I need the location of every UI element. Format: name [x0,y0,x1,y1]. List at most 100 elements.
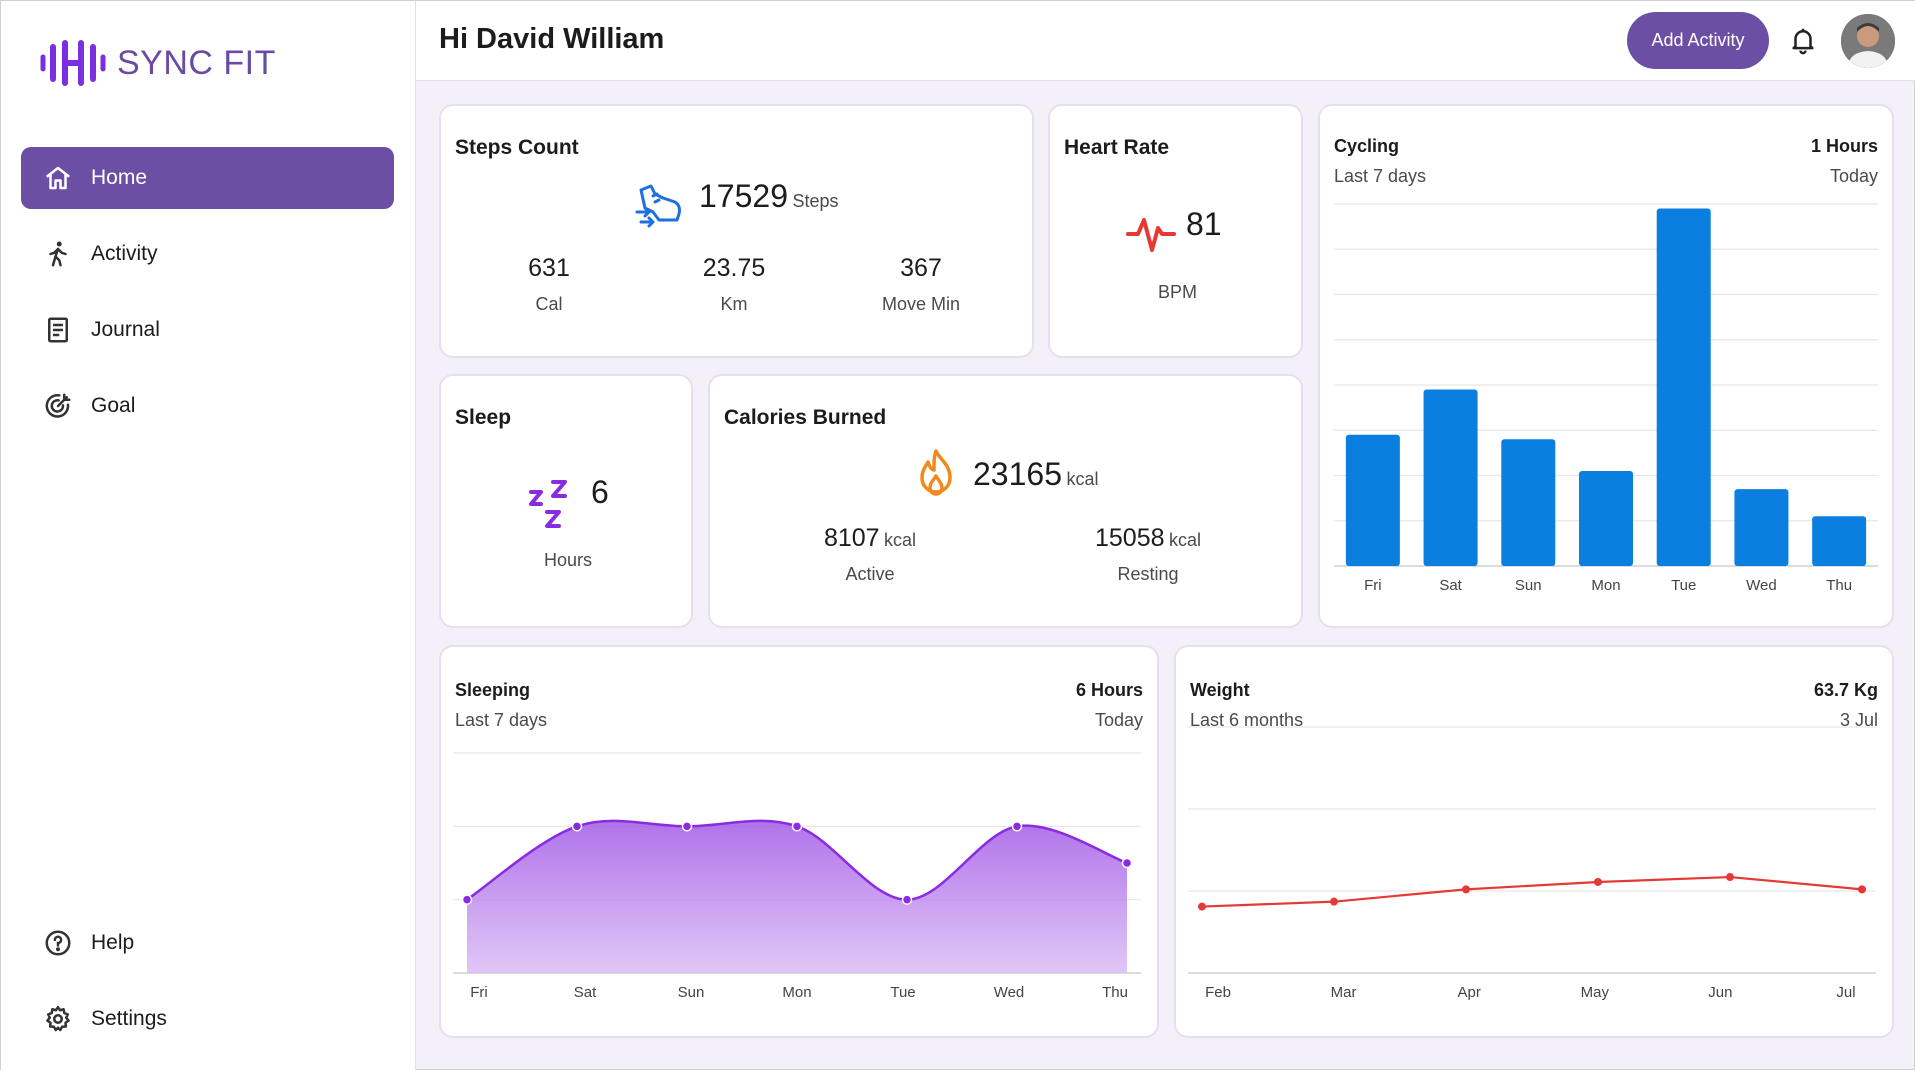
calories-value: 23165 [973,456,1062,492]
brand-name: SYNC FIT [117,43,276,82]
sidebar: SYNC FIT Home Activity Journal Goal Help… [1,1,416,1070]
weight-point-feb [1198,902,1206,911]
home-icon [45,166,71,190]
sleep-point-sat [571,821,583,832]
x-tick-label: Sun [1515,577,1542,594]
weight-line-chart: Feb Mar Apr May Jun Jul [1188,726,1876,1001]
weight-point-apr [1462,885,1470,894]
bar-thu [1812,516,1867,566]
card-title: Calories Burned [724,406,887,429]
weight-card: Weight Last 6 months 63.7 Kg 3 Jul Feb Ma… [1174,645,1894,1038]
calories-total: 23165 kcal [973,456,1098,493]
sleep-point-thu [1121,857,1133,869]
sleep-point-fri [461,894,473,905]
sidebar-item-home[interactable]: Home [21,147,394,209]
x-tick-label: Feb [1205,984,1231,1001]
x-tick-label: Fri [470,984,488,1001]
sidebar-item-label: Goal [91,394,136,417]
x-tick-label: Tue [1671,577,1696,594]
sleep-card: Sleep 6 Hours [439,374,693,628]
x-tick-label: Apr [1458,984,1481,1001]
heart-rate-unit: BPM [1157,282,1197,302]
x-tick-label: Tue [890,984,915,1001]
weight-point-may [1594,877,1602,886]
weight-point-jul [1858,885,1866,894]
bar-mon [1579,470,1633,566]
x-tick-label: Thu [1826,577,1852,594]
cycling-bar-chart: Fri Sat Sun Mon Tue Wed Thu [1334,203,1878,594]
cycling-card: Cycling Last 7 days 1 Hours Today Fri Sat… [1318,104,1894,628]
sidebar-item-label: Activity [91,242,158,265]
x-tick-label: May [1581,984,1610,1001]
gear-icon [46,1005,70,1032]
sleep-point-tue [901,894,913,905]
x-tick-label: Jul [1836,984,1855,1001]
heartbeat-icon [1126,218,1176,252]
x-tick-label: Mon [782,984,811,1001]
sidebar-item-label: Help [91,931,135,954]
bar-sun [1501,439,1556,566]
app-window: SYNC FIT Home Activity Journal Goal Help… [0,0,1915,1070]
steps-cal-value: 631 [528,254,570,282]
sidebar-item-help[interactable]: Help [21,912,394,974]
heart-rate-card: Heart Rate 81 BPM [1048,104,1303,358]
steps-unit: Steps [792,191,839,211]
steps-count-card: Steps Count 17529 Steps 631 Cal 23.75 Km… [439,104,1034,358]
steps-value: 17529 [699,178,788,214]
goal-icon [45,393,71,418]
card-title: Heart Rate [1064,136,1170,159]
notification-bell-icon[interactable] [1788,25,1818,55]
resting-calories: 15058 kcal [1038,524,1258,553]
sidebar-item-goal[interactable]: Goal [21,375,394,437]
sidebar-item-settings[interactable]: Settings [21,988,394,1050]
x-tick-label: Thu [1102,984,1128,1001]
avatar[interactable] [1841,14,1895,68]
steps-cal-label: Cal [535,294,563,314]
help-icon [45,930,71,956]
zzz-sleep-icon [529,480,567,528]
x-tick-label: Mon [1591,577,1620,594]
active-calories-label: Active [845,564,895,584]
steps-move-label: Move Min [881,294,961,314]
card-title: Steps Count [455,136,579,159]
weight-point-mar [1330,897,1338,906]
x-tick-label: Sun [678,984,705,1001]
bar-tue [1656,208,1711,566]
x-tick-label: Mar [1331,984,1357,1001]
bar-wed [1734,489,1789,566]
steps-total: 17529 Steps [699,178,838,215]
resting-calories-unit: kcal [1168,530,1201,550]
bar-fri [1345,434,1400,566]
steps-move-value: 367 [900,254,942,282]
walk-icon [49,241,67,267]
brand-logo[interactable]: SYNC FIT [39,39,276,87]
sleeping-area-chart: Fri Sat Sun Mon Tue Wed Thu [453,752,1141,1001]
x-tick-label: Jun [1708,984,1732,1001]
sleep-point-sun [681,821,693,832]
sidebar-item-journal[interactable]: Journal [21,299,394,361]
weight-series-line [1201,875,1863,908]
add-activity-button[interactable]: Add Activity [1627,12,1769,69]
page-title: Hi David William [439,23,665,55]
sidebar-item-label: Home [91,166,148,189]
user-avatar-icon [1841,14,1895,68]
sleep-hours-value: 6 [591,474,609,510]
x-tick-label: Sat [1439,577,1462,594]
resting-calories-label: Resting [1117,564,1179,584]
sleeping-card: Sleeping Last 7 days 6 Hours Today Fri Sa… [439,645,1159,1038]
sleep-hours-unit: Hours [543,550,592,570]
bar-sat [1423,389,1478,566]
steps-km-value: 23.75 [702,254,766,282]
active-calories: 8107 kcal [760,524,980,553]
x-tick-label: Sat [574,984,597,1001]
weight-point-jun [1726,873,1734,882]
x-tick-label: Fri [1364,577,1382,594]
sidebar-item-label: Settings [91,1007,167,1030]
flame-icon [920,449,952,496]
sidebar-item-activity[interactable]: Activity [21,223,394,285]
dumbbell-logo-icon [40,40,106,86]
sleep-point-wed [1011,821,1023,832]
sleep-area-fill [467,820,1127,973]
sleep-point-mon [791,821,803,832]
journal-icon [48,317,68,343]
